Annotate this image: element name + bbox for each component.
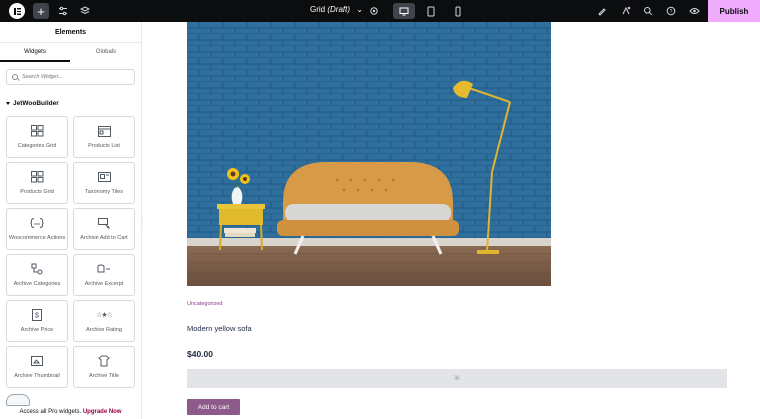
price-icon: $ (32, 308, 42, 322)
editor-canvas: + ⁝⁝⁝ × (143, 22, 760, 419)
search-icon[interactable] (640, 3, 656, 19)
placeholder-icon: ⌘ (454, 376, 460, 382)
product-category[interactable]: Uncategorized (187, 301, 222, 307)
widget-grid: Categories Grid Products List Products G… (6, 116, 136, 388)
widget-archive-thumbnail[interactable]: Archive Thumbnail (6, 346, 68, 388)
whats-new-icon[interactable] (618, 3, 634, 19)
rating-icon: ☆★☆ (96, 312, 113, 319)
categories-grid-icon (30, 124, 44, 138)
tab-widgets[interactable]: Widgets (0, 43, 70, 62)
widget-label: Archive Thumbnail (14, 373, 60, 379)
widget-archive-categories[interactable]: Archive Categories (6, 254, 68, 296)
widget-products-grid[interactable]: Products Grid (6, 162, 68, 204)
add-to-cart-icon (97, 216, 111, 230)
product-image[interactable] (187, 22, 551, 286)
promo-banner: Access all Pro widgets. Upgrade Now (0, 406, 141, 419)
widget-archive-title[interactable]: Archive Title (73, 346, 135, 388)
preview-eye-icon[interactable] (686, 3, 702, 19)
search-box[interactable] (6, 69, 135, 85)
site-settings-icon[interactable] (55, 3, 71, 19)
widget-label: Archive Add to Cart (80, 235, 128, 241)
widget-label: Archive Rating (86, 327, 122, 333)
document-status: (Draft) (327, 5, 351, 14)
elements-panel: Elements Widgets Globals JetWooBuilder C… (0, 22, 142, 419)
taxonomy-tiles-icon (97, 170, 111, 184)
widget-categories-grid[interactable]: Categories Grid (6, 116, 68, 158)
widget-taxonomy-tiles[interactable]: Taxonomy Tiles (73, 162, 135, 204)
search-widget-input[interactable] (22, 74, 132, 80)
widget-archive-price[interactable]: $ Archive Price (6, 300, 68, 342)
panel-title: Elements (0, 22, 141, 43)
thumbnail-icon (31, 354, 43, 368)
shortcode-icon (30, 216, 44, 230)
widget-archive-excerpt[interactable]: Archive Excerpt (73, 254, 135, 296)
widget-label: Archive Categories (13, 281, 61, 287)
document-name: Grid (310, 5, 326, 14)
notes-icon[interactable] (594, 3, 610, 19)
categories-icon (31, 262, 43, 276)
category-label: JetWooBuilder (13, 100, 59, 107)
widget-label: Archive Price (20, 327, 54, 333)
structure-icon[interactable] (77, 3, 93, 19)
svg-text:?: ? (670, 9, 673, 15)
widget-label: Woocommerce Actions (8, 235, 66, 241)
caret-down-icon (6, 102, 10, 105)
widget-label: Products Grid (20, 189, 54, 195)
products-grid-icon (30, 170, 44, 184)
page-settings-icon[interactable] (366, 3, 382, 19)
tab-globals[interactable]: Globals (71, 43, 141, 62)
elementor-logo-icon[interactable] (9, 3, 25, 19)
widget-products-list[interactable]: Products List (73, 116, 135, 158)
mobile-view-icon[interactable] (447, 3, 469, 19)
cart-form-placeholder: ⌘ (187, 369, 727, 388)
widget-label: Archive Excerpt (84, 281, 124, 287)
widget-woocommerce-actions[interactable]: Woocommerce Actions (6, 208, 68, 250)
products-list-icon (97, 124, 111, 138)
top-bar: + Grid (Draft) ⌄ ? Publish (0, 0, 760, 22)
desktop-view-icon[interactable] (393, 3, 415, 19)
svg-text:$: $ (35, 313, 39, 320)
document-title[interactable]: Grid (Draft) ⌄ (310, 5, 363, 14)
product-price: $40.00 (187, 349, 213, 359)
category-header[interactable]: JetWooBuilder (6, 100, 59, 107)
add-element-button[interactable]: + (33, 3, 49, 19)
excerpt-icon (97, 262, 111, 276)
widget-archive-add-to-cart[interactable]: Archive Add to Cart (73, 208, 135, 250)
promo-text: Access all Pro widgets. (19, 409, 82, 415)
upgrade-link[interactable]: Upgrade Now (83, 409, 122, 415)
widget-label: Products List (88, 143, 120, 149)
search-icon (12, 74, 18, 80)
publish-button[interactable]: Publish (708, 0, 760, 22)
pro-illustration-icon (6, 394, 30, 406)
widget-label: Taxonomy Tiles (85, 189, 123, 195)
widget-label: Categories Grid (17, 143, 57, 149)
product-title[interactable]: Modern yellow sofa (187, 324, 252, 333)
chevron-down-icon: ⌄ (356, 5, 363, 14)
title-icon (98, 354, 110, 368)
widget-label: Archive Title (89, 373, 119, 379)
add-to-cart-button[interactable]: Add to cart (187, 399, 240, 415)
help-icon[interactable]: ? (663, 3, 679, 19)
tablet-view-icon[interactable] (420, 3, 442, 19)
widget-archive-rating[interactable]: ☆★☆ Archive Rating (73, 300, 135, 342)
